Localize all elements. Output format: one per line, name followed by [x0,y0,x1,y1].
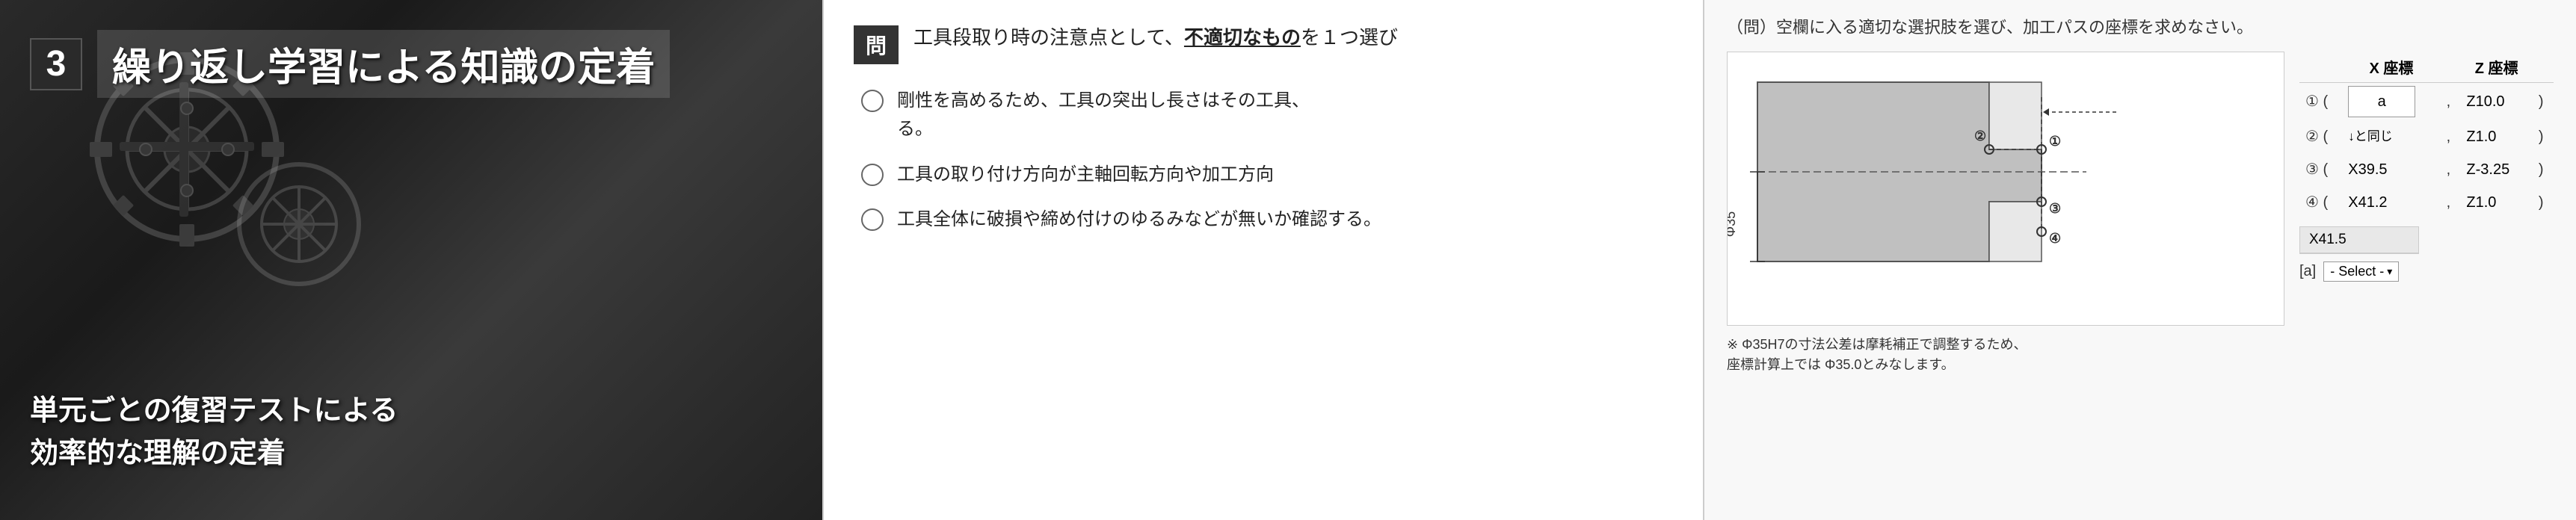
row-3-idx: ③ ( [2299,153,2342,186]
right-section: （問）空欄に入る適切な選択肢を選び、加工パスの座標を求めなさい。 [1704,0,2576,520]
row-1-sep: , [2441,83,2461,121]
diagram-svg-container: Φ35 ① ② ③ ④ [1727,52,2284,326]
row-2-sep: , [2441,120,2461,153]
svg-text:①: ① [2049,134,2061,149]
radio-3[interactable] [861,208,884,231]
row-1-x[interactable]: a [2342,83,2440,121]
badge-number: 3 [30,38,82,90]
col-x-header: X 座標 [2342,52,2440,83]
gear-decoration-2 [224,149,374,299]
select-label: - Select - [2330,264,2384,279]
svg-text:③: ③ [2049,201,2061,216]
col-z-header: Z 座標 [2460,52,2532,83]
row-4-close: ) [2533,186,2554,219]
quiz-label: 問 [854,25,899,64]
bottom-text-line2: 効率的な理解の定着 [30,433,398,475]
option-1-text: 剛性を高めるため、工具の突出し長さはその工具、る。 [897,87,1310,144]
select-dropdown[interactable]: - Select - ▾ [2323,261,2399,282]
row-3-z: Z-3.25 [2460,153,2532,186]
row-1-z: Z10.0 [2460,83,2532,121]
chevron-down-icon: ▾ [2387,265,2392,278]
row-1-idx: ① ( [2299,83,2342,121]
row-3-sep: , [2441,153,2461,186]
row-2-x: ↓と同じ [2342,120,2440,153]
x-input-1[interactable]: a [2348,86,2415,117]
emphasis-text: 不適切なもの [1184,26,1301,49]
row-2-z: Z1.0 [2460,120,2532,153]
diagram-left: Φ35 ① ② ③ ④ [1727,52,2284,375]
note-line2: 座標計算上では Φ35.0とみなします。 [1727,357,1955,372]
svg-text:Φ35: Φ35 [1728,211,1738,237]
row-4-idx: ④ ( [2299,186,2342,219]
quiz-option-3[interactable]: 工具全体に破損や締め付けのゆるみなどが無いか確認する。 [861,205,1673,234]
svg-text:②: ② [1974,129,1986,143]
row-3-x: X39.5 [2342,153,2440,186]
section-title: 繰り返し学習による知識の定着 [97,30,670,98]
row-2-idx: ② ( [2299,120,2342,153]
radio-2[interactable] [861,164,884,186]
header-badge: 3 繰り返し学習による知識の定着 [30,30,670,98]
diagram-content: Φ35 ① ② ③ ④ [1727,52,2554,375]
dropdown-option-x415[interactable]: X41.5 [2300,227,2418,253]
machining-diagram: Φ35 ① ② ③ ④ [1728,52,2191,321]
middle-section: 問 工具段取り時の注意点として、不適切なものを１つ選び 剛性を高めるため、工具の… [822,0,1704,520]
quiz-question-text: 工具段取り時の注意点として、不適切なものを１つ選び [913,22,1673,54]
row-3-close: ) [2533,153,2554,186]
quiz-option-2[interactable]: 工具の取り付け方向が主軸回転方向や加工方向 [861,161,1673,189]
quiz-option-1[interactable]: 剛性を高めるため、工具の突出し長さはその工具、る。 [861,87,1673,144]
answer-row: [a] - Select - ▾ [2299,261,2554,282]
diagram-question-header: （問）空欄に入る適切な選択肢を選び、加工パスの座標を求めなさい。 [1727,15,2554,40]
quiz-options: 剛性を高めるため、工具の突出し長さはその工具、る。 工具の取り付け方向が主軸回転… [854,87,1673,235]
row-4-sep: , [2441,186,2461,219]
table-row: ② ( ↓と同じ , Z1.0 ) [2299,120,2554,153]
table-row: ④ ( X41.2 , Z1.0 ) [2299,186,2554,219]
coords-table-wrapper: X 座標 Z 座標 ① ( a , Z10.0 ) [2299,52,2554,282]
answer-label: [a] [2299,263,2316,280]
svg-text:④: ④ [2049,231,2061,246]
quiz-question-row: 問 工具段取り時の注意点として、不適切なものを１つ選び [854,22,1673,64]
diagram-note: ※ Φ35H7の寸法公差は摩耗補正で調整するため、 座標計算上では Φ35.0と… [1727,335,2284,375]
table-row: ③ ( X39.5 , Z-3.25 ) [2299,153,2554,186]
row-2-close: ) [2533,120,2554,153]
row-4-z: Z1.0 [2460,186,2532,219]
left-section: 3 繰り返し学習による知識の定着 単元ごとの復習テストによる 効率的な理解の定着 [0,0,822,520]
bottom-text-box: 単元ごとの復習テストによる 効率的な理解の定着 [30,390,398,475]
option-3-text: 工具全体に破損や締め付けのゆるみなどが無いか確認する。 [897,205,1381,234]
note-line1: ※ Φ35H7の寸法公差は摩耗補正で調整するため、 [1727,337,2027,352]
coords-table: X 座標 Z 座標 ① ( a , Z10.0 ) [2299,52,2554,219]
table-row: ① ( a , Z10.0 ) [2299,83,2554,121]
bottom-text-line1: 単元ごとの復習テストによる [30,390,398,433]
radio-1[interactable] [861,90,884,112]
option-2-text: 工具の取り付け方向が主軸回転方向や加工方向 [897,161,1274,189]
dropdown-popup: X41.5 [2299,226,2419,254]
row-4-x: X41.2 [2342,186,2440,219]
row-1-close: ) [2533,83,2554,121]
